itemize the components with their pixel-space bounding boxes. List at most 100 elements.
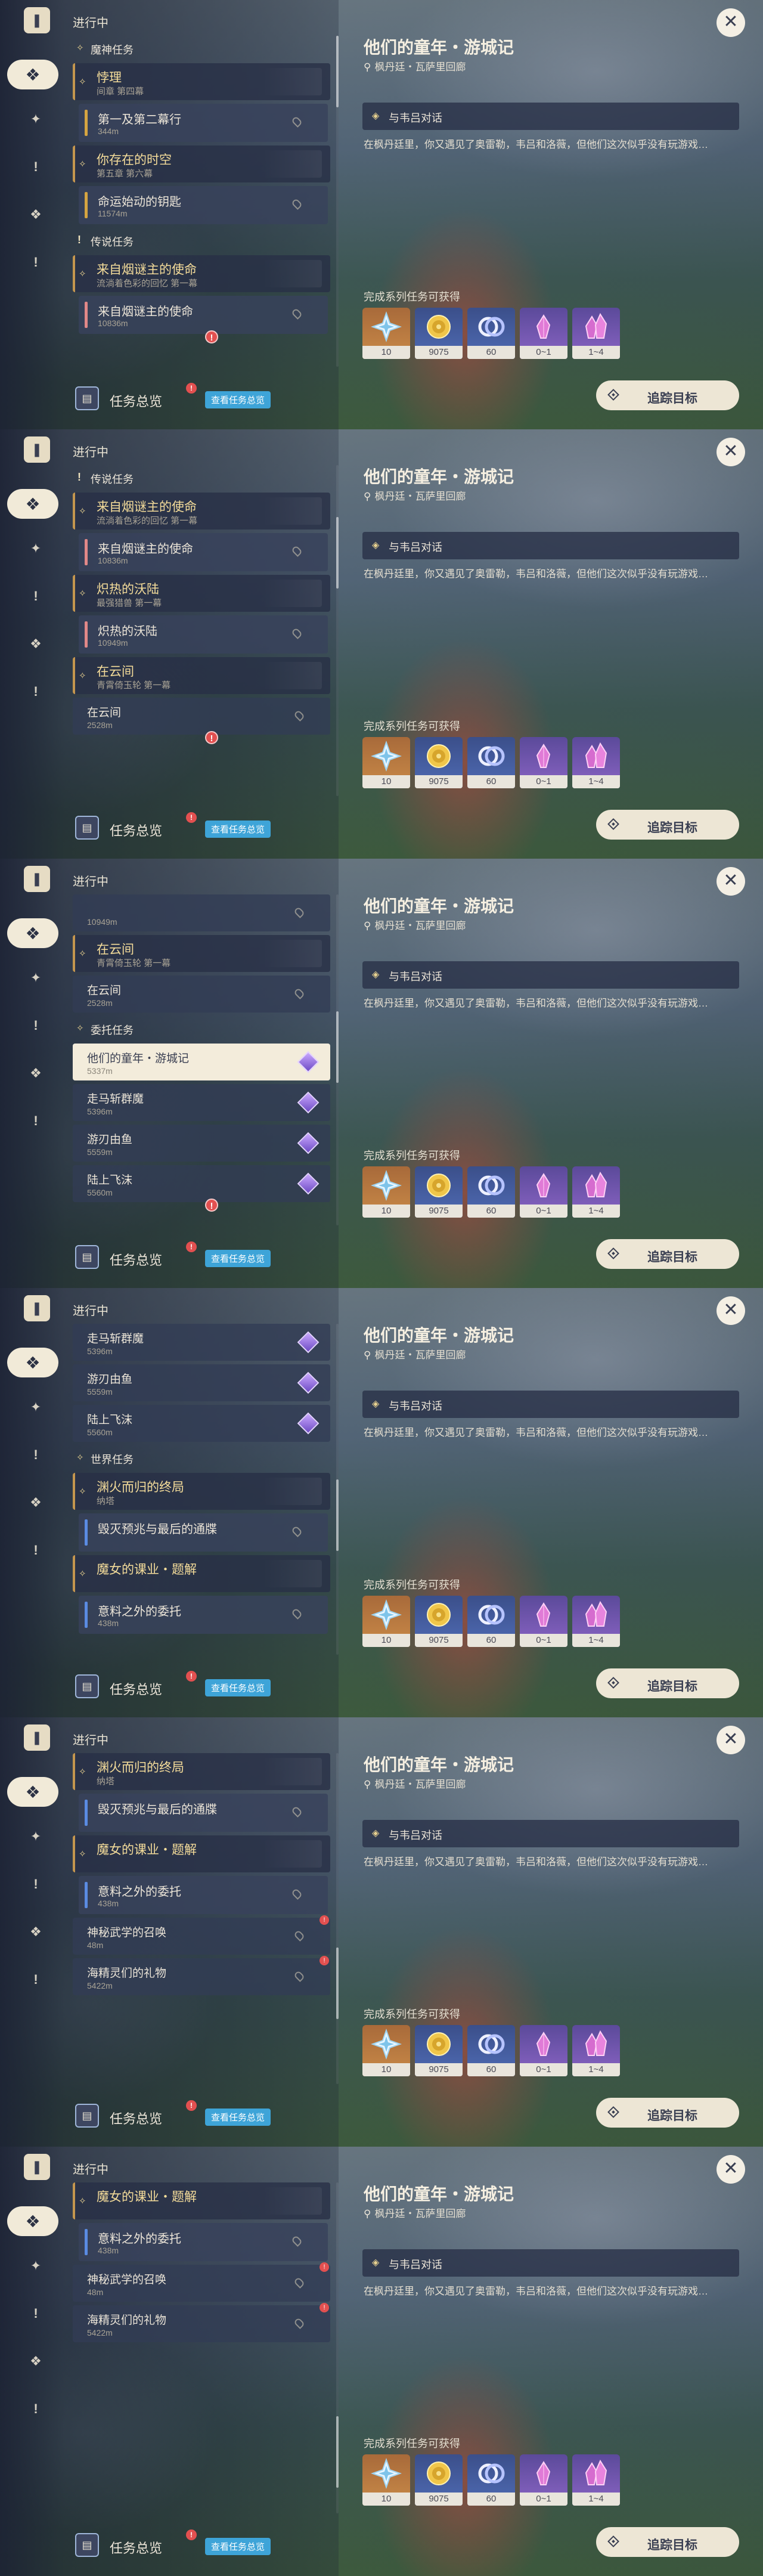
quest-book-icon[interactable]: ❚ — [24, 2154, 50, 2180]
archon-quest-icon[interactable]: ✦ — [24, 107, 48, 131]
quest-item[interactable]: 毁灭预兆与最后的通牒 — [79, 1794, 328, 1832]
reward-crystal-large[interactable]: 1~4 — [572, 2025, 620, 2076]
list-scrollbar[interactable] — [336, 465, 339, 796]
reward-adventure-exp[interactable]: 60 — [467, 2454, 515, 2506]
quest-list[interactable]: ✧ 魔女的课业・题解 意料之外的委托 438m 神秘武学的召唤 48m! 海精灵们的礼物 54… — [73, 2182, 335, 2513]
list-scrollbar[interactable] — [336, 894, 339, 1225]
all-quests-icon[interactable]: ❖ — [7, 2206, 58, 2236]
overview-icon[interactable]: ▤ — [75, 386, 99, 410]
all-quests-icon[interactable]: ❖ — [7, 489, 58, 519]
navigate-pin-icon[interactable] — [291, 1888, 303, 1900]
quest-item[interactable]: 海精灵们的礼物 5422m! — [73, 1956, 330, 1995]
commission-icon[interactable]: ❖ — [24, 632, 48, 656]
reward-adventure-exp[interactable]: 60 — [467, 308, 515, 359]
track-button[interactable]: 追踪目标 — [596, 810, 739, 840]
view-overview-chip[interactable]: 查看任务总览 — [205, 821, 271, 838]
navigate-pin-icon[interactable] — [293, 710, 305, 722]
quest-chain-item[interactable]: ✧ 渊火而归的终局 纳塔 — [73, 1473, 330, 1510]
legend-quest-icon[interactable]: ! — [24, 2302, 48, 2326]
list-scrollbar-thumb[interactable] — [336, 1479, 339, 1551]
legend-quest-icon[interactable]: ! — [24, 1014, 48, 1038]
commission-icon[interactable]: ❖ — [24, 203, 48, 227]
list-scrollbar[interactable] — [336, 1324, 339, 1655]
list-scrollbar-thumb[interactable] — [336, 2416, 339, 2488]
close-icon[interactable]: ✕ — [717, 1296, 745, 1325]
overview-button[interactable]: 任务总览 — [110, 1250, 162, 1269]
quest-chain-item[interactable]: ✧ 炽热的沃陆 最强猎兽 第一幕 — [73, 575, 330, 612]
world-quest-icon[interactable]: ! — [24, 680, 48, 704]
overview-icon[interactable]: ▤ — [75, 1245, 99, 1269]
legend-quest-icon[interactable]: ! — [24, 1443, 48, 1467]
quest-chain-item[interactable]: ✧ 来自烟谜主的使命 流淌着色彩的回忆 第一幕 — [73, 255, 330, 292]
commission-item[interactable]: 游刃由鱼 5559m — [73, 1125, 330, 1162]
close-icon[interactable]: ✕ — [717, 1726, 745, 1754]
quest-item[interactable]: 在云间 2528m — [73, 698, 330, 735]
reward-mora[interactable]: 9075 — [415, 737, 463, 788]
quest-list[interactable]: 走马斩群魔 5396m 游刃由鱼 5559m 陆上飞沫 5560m ✧ 世界任务 ✧ 渊火而归的终… — [73, 1324, 335, 1655]
close-icon[interactable]: ✕ — [717, 2155, 745, 2184]
navigate-pin-icon[interactable] — [291, 2235, 303, 2247]
reward-mora[interactable]: 9075 — [415, 2025, 463, 2076]
reward-adventure-exp[interactable]: 60 — [467, 1166, 515, 1218]
all-quests-icon[interactable]: ❖ — [7, 1777, 58, 1807]
reward-adventure-exp[interactable]: 60 — [467, 2025, 515, 2076]
overview-button[interactable]: 任务总览 — [110, 2538, 162, 2557]
quest-chain-item[interactable]: ✧ 悖理 间章 第四幕 — [73, 63, 330, 100]
quest-chain-item[interactable]: ✧ 魔女的课业・题解 — [73, 1555, 330, 1592]
view-overview-chip[interactable]: 查看任务总览 — [205, 2538, 271, 2555]
commission-item[interactable]: 陆上飞沫 5560m — [73, 1405, 330, 1442]
world-quest-icon[interactable]: ! — [24, 1538, 48, 1562]
reward-mora[interactable]: 9075 — [415, 2454, 463, 2506]
navigate-pin-icon[interactable] — [291, 545, 303, 557]
overview-icon[interactable]: ▤ — [75, 816, 99, 840]
navigate-pin-icon[interactable] — [291, 116, 303, 128]
navigate-pin-icon[interactable] — [291, 627, 303, 639]
legend-quest-icon[interactable]: ! — [24, 1872, 48, 1896]
reward-crystal-large[interactable]: 1~4 — [572, 308, 620, 359]
reward-crystal-small[interactable]: 0~1 — [520, 1596, 567, 1647]
list-scrollbar-thumb[interactable] — [336, 517, 339, 589]
navigate-pin-icon[interactable] — [291, 308, 303, 320]
archon-quest-icon[interactable]: ✦ — [24, 1395, 48, 1419]
close-icon[interactable]: ✕ — [717, 8, 745, 37]
commission-item[interactable]: 游刃由鱼 5559m — [73, 1364, 330, 1401]
quest-chain-item[interactable]: ✧ 来自烟谜主的使命 流淌着色彩的回忆 第一幕 — [73, 493, 330, 530]
quest-book-icon[interactable]: ❚ — [24, 866, 50, 892]
quest-item[interactable]: 意料之外的委托 438m — [79, 1596, 328, 1634]
navigate-pin-icon[interactable] — [291, 1806, 303, 1818]
quest-item[interactable]: 神秘武学的召唤 48m! — [73, 1915, 330, 1955]
archon-quest-icon[interactable]: ✦ — [24, 966, 48, 990]
all-quests-icon[interactable]: ❖ — [7, 60, 58, 89]
navigate-pin-icon[interactable] — [291, 198, 303, 210]
overview-button[interactable]: 任务总览 — [110, 821, 162, 840]
navigate-pin-icon[interactable] — [293, 2277, 305, 2289]
overview-icon[interactable]: ▤ — [75, 1674, 99, 1698]
quest-item[interactable]: 10949m — [73, 894, 330, 931]
view-overview-chip[interactable]: 查看任务总览 — [205, 391, 271, 408]
quest-item[interactable]: 第一及第二幕行 344m — [79, 104, 328, 142]
world-quest-icon[interactable]: ! — [24, 1109, 48, 1133]
navigate-pin-icon[interactable] — [291, 1525, 303, 1537]
reward-mora[interactable]: 9075 — [415, 308, 463, 359]
track-button[interactable]: 追踪目标 — [596, 2098, 739, 2128]
quest-item[interactable]: 神秘武学的召唤 48m! — [73, 2262, 330, 2302]
reward-crystal-small[interactable]: 0~1 — [520, 1166, 567, 1218]
reward-primogem[interactable]: 10 — [362, 2025, 410, 2076]
legend-quest-icon[interactable]: ! — [24, 155, 48, 179]
view-overview-chip[interactable]: 查看任务总览 — [205, 2109, 271, 2126]
quest-list[interactable]: ! 传说任务 ✧ 来自烟谜主的使命 流淌着色彩的回忆 第一幕 来自烟谜主的使命 10836m… — [73, 465, 335, 796]
navigate-pin-icon[interactable] — [293, 987, 305, 999]
quest-chain-item[interactable]: ✧ 渊火而归的终局 纳塔 — [73, 1753, 330, 1790]
legend-quest-icon[interactable]: ! — [24, 584, 48, 608]
list-scrollbar[interactable] — [336, 36, 339, 367]
all-quests-icon[interactable]: ❖ — [7, 918, 58, 948]
all-quests-icon[interactable]: ❖ — [7, 1348, 58, 1377]
quest-book-icon[interactable]: ❚ — [24, 1295, 50, 1321]
quest-item[interactable]: 命运始动的钥匙 11574m — [79, 186, 328, 224]
list-scrollbar[interactable] — [336, 1753, 339, 2084]
list-scrollbar-thumb[interactable] — [336, 1948, 339, 2019]
quest-item[interactable]: 海精灵们的礼物 5422m! — [73, 2303, 330, 2342]
reward-crystal-large[interactable]: 1~4 — [572, 737, 620, 788]
view-overview-chip[interactable]: 查看任务总览 — [205, 1679, 271, 1696]
archon-quest-icon[interactable]: ✦ — [24, 2254, 48, 2278]
